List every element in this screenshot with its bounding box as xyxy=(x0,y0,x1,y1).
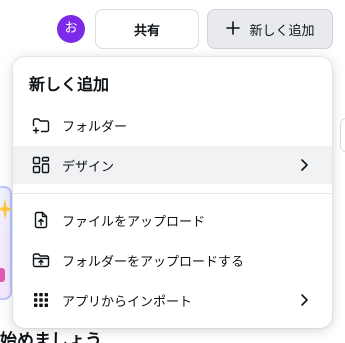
menu-item-upload-file[interactable]: ファイルをアップロード xyxy=(13,201,332,239)
avatar[interactable]: お xyxy=(57,15,85,43)
share-button[interactable]: 共有 xyxy=(95,9,199,49)
menu-title: 新しく追加 xyxy=(29,75,110,94)
folder-plus-icon xyxy=(31,115,51,135)
background-heading: 始めましょう xyxy=(0,331,102,343)
thumbnail-accent xyxy=(0,268,5,282)
menu-item-label: ファイルをアップロード xyxy=(62,214,206,230)
share-button-label: 共有 xyxy=(133,22,160,38)
plus-icon xyxy=(225,20,241,39)
file-upload-icon xyxy=(31,210,51,230)
background-design-thumbnail xyxy=(0,186,12,300)
menu-item-folder[interactable]: フォルダー xyxy=(13,106,332,144)
add-new-button[interactable]: 新しく追加 xyxy=(207,9,333,49)
menu-item-import-apps[interactable]: アプリからインポート xyxy=(13,281,332,319)
menu-item-label: フォルダーをアップロードする xyxy=(62,254,245,270)
folder-upload-icon xyxy=(31,250,51,270)
menu-item-label: フォルダー xyxy=(62,119,128,135)
menu-item-label: アプリからインポート xyxy=(62,294,193,310)
add-new-menu: 新しく追加 フォルダー デザイン ファイルをアップロード フォルダーをアップロー… xyxy=(13,57,332,328)
design-grid-icon xyxy=(31,155,51,175)
chevron-right-icon xyxy=(301,294,308,306)
chevron-right-icon xyxy=(301,159,308,171)
menu-item-label: デザイン xyxy=(62,159,115,175)
add-new-button-label: 新しく追加 xyxy=(249,22,315,38)
right-edge-control[interactable] xyxy=(340,118,345,152)
menu-item-design[interactable]: デザイン xyxy=(13,146,332,184)
menu-divider xyxy=(13,193,332,194)
menu-item-upload-folder[interactable]: フォルダーをアップロードする xyxy=(13,241,332,279)
apps-grid-icon xyxy=(31,290,51,310)
